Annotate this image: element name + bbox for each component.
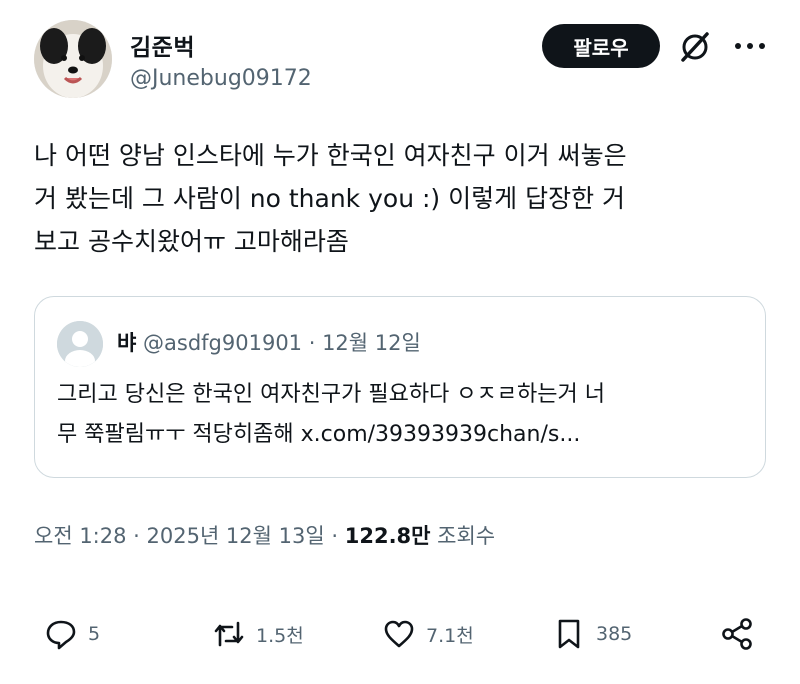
share-icon (722, 618, 752, 650)
share-button[interactable] (720, 612, 754, 656)
quoted-line: 그리고 당신은 한국인 여자친구가 필요하다 ㅇㅈㄹ하는거 너 (57, 382, 605, 407)
grok-icon[interactable] (678, 30, 712, 64)
more-icon[interactable] (732, 36, 768, 56)
reply-icon (46, 620, 76, 650)
quoted-author-avatar[interactable] (57, 321, 103, 367)
bookmark-icon (558, 619, 580, 649)
quoted-header: 뱌 @asdfg901901 · 12월 12일 (117, 327, 421, 357)
quoted-meta: @asdfg901901 · 12월 12일 (143, 331, 421, 355)
tweet-line: 거 봤는데 그 사람이 no thank you :) 이렇게 답장한 거 (34, 184, 626, 213)
author-name[interactable]: 김준벅 (130, 28, 195, 62)
like-icon (384, 620, 414, 648)
retweet-count: 1.5천 (256, 624, 304, 647)
quoted-text: 그리고 당신은 한국인 여자친구가 필요하다 ㅇㅈㄹ하는거 너 무 쭉팔림ㅠㅜ … (57, 375, 747, 455)
tweet-meta: 오전 1:28 · 2025년 12월 13일 · 122.8만 조회수 (34, 520, 495, 550)
action-bar: 5 1.5천 7.1천 385 (34, 612, 774, 656)
bookmark-count: 385 (596, 623, 633, 645)
quoted-author-name[interactable]: 뱌 (117, 331, 136, 355)
tweet-line: 나 어떤 양남 인스타에 누가 한국인 여자친구 이거 써놓은 (34, 141, 627, 170)
view-count: 122.8만 (344, 524, 431, 548)
timestamp[interactable]: 오전 1:28 · 2025년 12월 13일 · (34, 524, 345, 548)
follow-button[interactable]: 팔로우 (542, 24, 660, 68)
tweet-text: 나 어떤 양남 인스타에 누가 한국인 여자친구 이거 써놓은 거 봤는데 그 … (34, 134, 774, 263)
bookmark-button[interactable]: 385 (552, 612, 632, 656)
author-handle[interactable]: @Junebug09172 (130, 66, 312, 91)
author-avatar[interactable] (34, 20, 112, 98)
reply-count: 5 (88, 623, 101, 645)
quoted-tweet[interactable]: 뱌 @asdfg901901 · 12월 12일 그리고 당신은 한국인 여자친… (34, 296, 766, 478)
retweet-button[interactable]: 1.5천 (212, 612, 304, 656)
like-button[interactable]: 7.1천 (382, 612, 474, 656)
reply-button[interactable]: 5 (44, 612, 100, 656)
tweet-line: 보고 공수치왔어ㅠ 고마해라좀 (34, 227, 349, 256)
retweet-icon (214, 621, 244, 647)
views-label: 조회수 (430, 524, 496, 548)
quoted-line: 무 쭉팔림ㅠㅜ 적당히좀해 x.com/39393939chan/s... (57, 422, 581, 447)
like-count: 7.1천 (426, 624, 474, 647)
